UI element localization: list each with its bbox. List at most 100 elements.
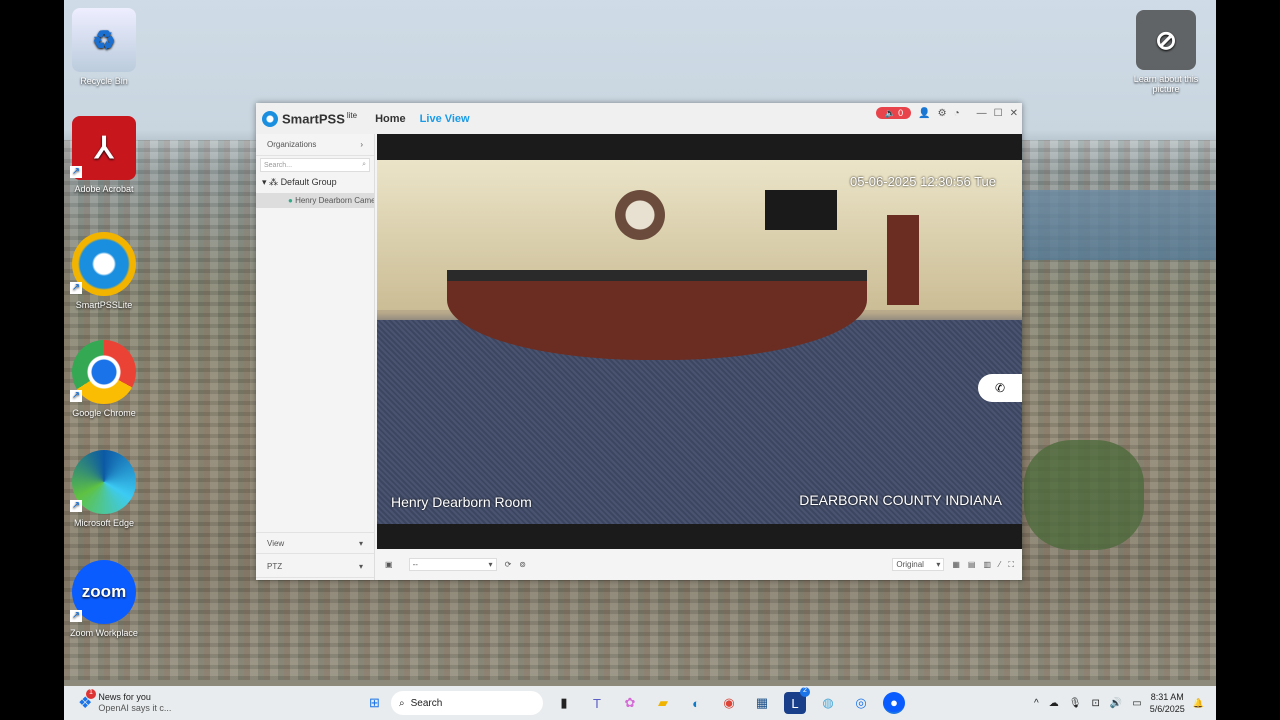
clock-time: 8:31 AM [1150, 692, 1184, 702]
layout-9-icon[interactable]: ▤ [968, 560, 976, 569]
shortcut-arrow-icon: ↗ [70, 282, 82, 294]
ptz-label: PTZ [267, 562, 283, 571]
shortcut-arrow-icon: ↗ [70, 610, 82, 622]
maximize-button[interactable]: ☐ [994, 108, 1003, 119]
chrome-taskbar-icon[interactable]: ◉ [718, 692, 740, 714]
tree-camera[interactable]: ● Henry Dearborn Camera [256, 193, 374, 208]
icon-label: Recycle Bin [80, 76, 128, 86]
edge-taskbar-icon[interactable]: ◐ [685, 692, 707, 714]
organizations-header[interactable]: Organizations › [256, 134, 374, 156]
group-label: Default Group [280, 177, 337, 187]
store-icon[interactable]: ▦ [751, 692, 773, 714]
location-icon: ⊘ [1136, 10, 1196, 70]
view-section[interactable]: View ▾ [256, 532, 374, 554]
aspect-select[interactable]: Original ▾ [892, 558, 945, 571]
camera-label: Henry Dearborn Camera [295, 196, 374, 205]
brand-name: SmartPSS [282, 111, 345, 127]
gear-icon[interactable]: ⚙ [938, 108, 947, 119]
icon-label: SmartPSSLite [75, 300, 133, 310]
recycle-bin-icon: ♻ [72, 8, 136, 72]
user-icon[interactable]: 👤 [918, 108, 930, 119]
system-tray: ^ ☁ 🎙 ⊡ 🔊 ▭ [1034, 698, 1142, 709]
caret-down-icon: ▾ [262, 177, 267, 187]
desktop-icon-chrome[interactable]: ↗ Google Chrome [64, 340, 144, 418]
taskbar: ❖ 1 News for you OpenAI says it c... ⊞ ⌕ Se… [64, 686, 1216, 720]
volume-icon[interactable]: 🔊 [1110, 698, 1122, 709]
icon-label: Zoom Workplace [70, 628, 138, 638]
minimize-button[interactable]: — [977, 108, 987, 119]
desktop-icon-edge[interactable]: ↗ Microsoft Edge [64, 450, 144, 528]
search-icon[interactable]: ⌕ [362, 161, 366, 169]
close-button[interactable]: ✕ [1010, 108, 1018, 119]
brand-sup: lite [346, 110, 358, 120]
sidebar: Organizations › Search... ⌕ ▾ ⁂ Default Gr… [256, 134, 375, 580]
custom-layout-icon[interactable]: ⁄ [999, 560, 1000, 569]
camera-feed[interactable]: 05-06-2025 12:30:56 Tue Henry Dearborn R… [377, 160, 1022, 524]
stream-select[interactable]: -- ▾ [408, 558, 497, 571]
smartpss-taskbar-icon[interactable]: ◎ [850, 692, 872, 714]
file-explorer-icon[interactable]: ▰ [652, 692, 674, 714]
lens-app-icon[interactable]: L2 [784, 687, 810, 714]
clock-date: 5/6/2025 [1149, 704, 1185, 714]
start-icon[interactable]: ⊞ [364, 692, 386, 714]
record-icon[interactable]: ⊚ [519, 560, 526, 569]
desktop-icon-smartpss[interactable]: ↗ SmartPSSLite [64, 232, 144, 310]
live-video-pane[interactable]: 05-06-2025 12:30:56 Tue Henry Dearborn R… [377, 134, 1022, 549]
osd-channel-name: Henry Dearborn Room [391, 494, 532, 510]
desktop: ♻ Recycle Bin ⅄ ↗ Adobe Acrobat ↗ SmartP… [64, 0, 1216, 720]
battery-icon[interactable]: ▭ [1132, 698, 1141, 709]
snapshot-icon[interactable]: ▣ [385, 560, 393, 569]
weather-news-icon: ❖ 1 [78, 689, 96, 713]
feed-tv [765, 190, 837, 230]
teams-icon[interactable]: T [586, 692, 608, 714]
title-bar: SmartPSS lite Home Live View 🔈 0 👤 ⚙ ◔ — … [256, 103, 1022, 134]
chevron-up-icon[interactable]: ^ [1034, 698, 1039, 709]
performance-icon[interactable]: ◔ [954, 108, 960, 119]
organizations-label: Organizations [267, 140, 317, 149]
feed-door [887, 215, 919, 305]
caret-down-icon: ▾ [488, 560, 493, 569]
icon-label: Microsoft Edge [73, 518, 135, 528]
network-icon[interactable]: ⊡ [1091, 698, 1099, 709]
search-placeholder: Search... [264, 161, 293, 169]
caret-down-icon: ▾ [358, 562, 363, 571]
alarm-count: 0 [898, 108, 904, 118]
ptz-section[interactable]: PTZ ▾ [256, 556, 374, 578]
search-input[interactable]: Search... ⌕ [260, 158, 370, 172]
wallpaper-park [1024, 440, 1144, 550]
learn-about-picture[interactable]: ⊘ Learn about this picture [1126, 10, 1206, 94]
alarm-button[interactable]: 🔈 0 [876, 107, 912, 119]
smartpss-window: SmartPSS lite Home Live View 🔈 0 👤 ⚙ ◔ — … [256, 103, 1022, 580]
shortcut-arrow-icon: ↗ [70, 500, 82, 512]
video-toolbar: ▣ -- ▾ ⟳ ⊚ Original ▾ ▦ ▤ ▥ ⁄ ⛶ [377, 549, 1022, 580]
news-widget[interactable]: ❖ 1 News for you OpenAI says it c... [78, 689, 358, 714]
news-title: News for you [98, 692, 151, 702]
chevron-right-icon: › [360, 140, 363, 149]
caret-down-icon: ▾ [358, 538, 363, 548]
layout-16-icon[interactable]: ▥ [983, 560, 991, 569]
desktop-icon-zoom[interactable]: zoom ↗ Zoom Workplace [64, 560, 144, 638]
tab-home[interactable]: Home [375, 113, 406, 125]
microphone-icon[interactable]: 🎙 [1069, 698, 1082, 709]
stream-value: -- [412, 560, 418, 569]
playback-icon[interactable]: ⟳ [505, 560, 512, 569]
tree-group[interactable]: ▾ ⁂ Default Group [256, 174, 374, 191]
layout-4-icon[interactable]: ▦ [952, 560, 960, 569]
news-subtitle: OpenAI says it c... [98, 703, 172, 713]
caret-down-icon: ▾ [936, 560, 941, 569]
desktop-icon-acrobat[interactable]: ⅄ ↗ Adobe Acrobat [64, 116, 144, 194]
cloud-icon[interactable]: ☁ [1049, 698, 1059, 709]
notification-icon[interactable]: 🔔 [1193, 698, 1204, 709]
fullscreen-icon[interactable]: ⛶ [1008, 560, 1014, 570]
aspect-value: Original [896, 560, 924, 569]
app-circle-icon[interactable]: ◍ [817, 692, 839, 714]
task-view-icon[interactable]: ▮ [553, 692, 575, 714]
copilot-icon[interactable]: ✿ [619, 692, 641, 714]
desktop-icon-recycle-bin[interactable]: ♻ Recycle Bin [64, 8, 144, 86]
phone-icon[interactable]: ✆ [978, 374, 1022, 402]
tab-live-view[interactable]: Live View [420, 113, 470, 125]
search-icon: ⌕ [399, 697, 405, 709]
taskbar-search[interactable]: ⌕ Search [391, 691, 543, 715]
zoom-taskbar-icon[interactable]: ● [883, 692, 905, 714]
clock[interactable]: 8:31 AM 5/6/2025 [1150, 691, 1185, 715]
